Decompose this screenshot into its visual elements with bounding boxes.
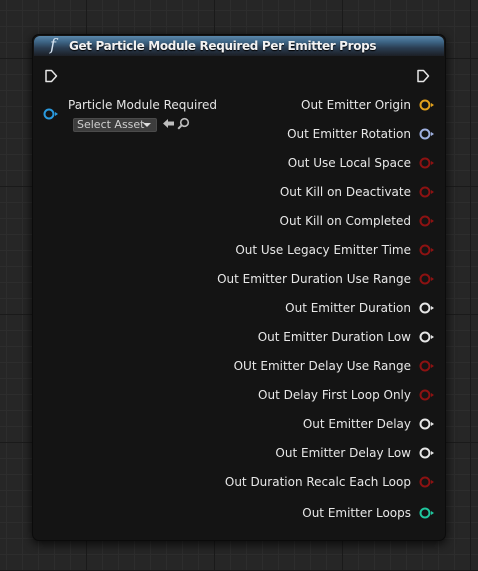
output-pin-row[interactable]: Out Emitter Origin xyxy=(105,96,445,116)
output-pin-icon[interactable] xyxy=(419,243,435,257)
exec-input-pin-icon[interactable] xyxy=(44,69,58,83)
output-pin-label: Out Emitter Duration Low xyxy=(257,330,411,344)
output-pin-row[interactable]: Out Emitter Rotation xyxy=(105,125,445,145)
exec-output-pin-icon[interactable] xyxy=(416,69,430,83)
output-pin-row[interactable]: Out Emitter Duration Low xyxy=(105,328,445,348)
output-pin-row[interactable]: Out Emitter Delay Low xyxy=(105,444,445,464)
output-pin-label: Out Emitter Loops xyxy=(302,506,411,520)
node-header[interactable]: f Get Particle Module Required Per Emitt… xyxy=(34,35,444,56)
output-pin-icon[interactable] xyxy=(419,127,435,141)
output-pin-icon[interactable] xyxy=(419,272,435,286)
output-pin-row[interactable]: Out Emitter Loops xyxy=(105,504,445,524)
output-pin-icon[interactable] xyxy=(419,185,435,199)
output-pin-label: Out Duration Recalc Each Loop xyxy=(224,475,411,489)
output-pin-label: Out Emitter Delay xyxy=(302,417,411,431)
node-title: Get Particle Module Required Per Emitter… xyxy=(69,39,377,53)
output-pin-label: Out Kill on Completed xyxy=(279,214,411,228)
output-pin-row[interactable]: Out Kill on Deactivate xyxy=(105,183,445,203)
output-pin-icon[interactable] xyxy=(419,388,435,402)
output-pin-label: Out Delay First Loop Only xyxy=(258,388,411,402)
output-pin-row[interactable]: Out Kill on Completed xyxy=(105,212,445,232)
output-pin-icon[interactable] xyxy=(419,359,435,373)
output-pin-icon[interactable] xyxy=(419,156,435,170)
output-pin-icon[interactable] xyxy=(419,330,435,344)
output-pin-label: OUt Emitter Delay Use Range xyxy=(233,359,411,373)
output-pin-row[interactable]: Out Emitter Delay xyxy=(105,415,445,435)
output-pin-label: Out Emitter Rotation xyxy=(287,127,411,141)
output-pin-icon[interactable] xyxy=(419,446,435,460)
output-pin-icon[interactable] xyxy=(419,506,435,520)
blueprint-node[interactable]: f Get Particle Module Required Per Emitt… xyxy=(32,34,446,541)
output-pin-label: Out Emitter Origin xyxy=(301,98,411,112)
output-pin-icon[interactable] xyxy=(419,301,435,315)
output-pin-row[interactable]: Out Emitter Duration Use Range xyxy=(105,270,445,290)
output-pin-row[interactable]: Out Duration Recalc Each Loop xyxy=(105,473,445,493)
object-input-pin-icon[interactable] xyxy=(43,107,59,121)
output-pin-row[interactable]: Out Delay First Loop Only xyxy=(105,386,445,406)
output-pin-row[interactable]: Out Emitter Duration xyxy=(105,299,445,319)
output-pin-row[interactable]: Out Use Legacy Emitter Time xyxy=(105,241,445,261)
output-pin-icon[interactable] xyxy=(419,475,435,489)
output-pin-label: Out Emitter Duration Use Range xyxy=(217,272,411,286)
output-pin-icon[interactable] xyxy=(419,98,435,112)
function-icon: f xyxy=(50,35,56,54)
output-pin-label: Out Emitter Delay Low xyxy=(275,446,411,460)
output-pin-row[interactable]: OUt Emitter Delay Use Range xyxy=(105,357,445,377)
output-pin-row[interactable]: Out Use Local Space xyxy=(105,154,445,174)
output-pin-label: Out Emitter Duration xyxy=(285,301,411,315)
output-pin-label: Out Use Legacy Emitter Time xyxy=(235,243,411,257)
output-pin-label: Out Kill on Deactivate xyxy=(279,185,411,199)
output-pin-label: Out Use Local Space xyxy=(287,156,411,170)
output-pin-icon[interactable] xyxy=(419,214,435,228)
output-pin-icon[interactable] xyxy=(419,417,435,431)
